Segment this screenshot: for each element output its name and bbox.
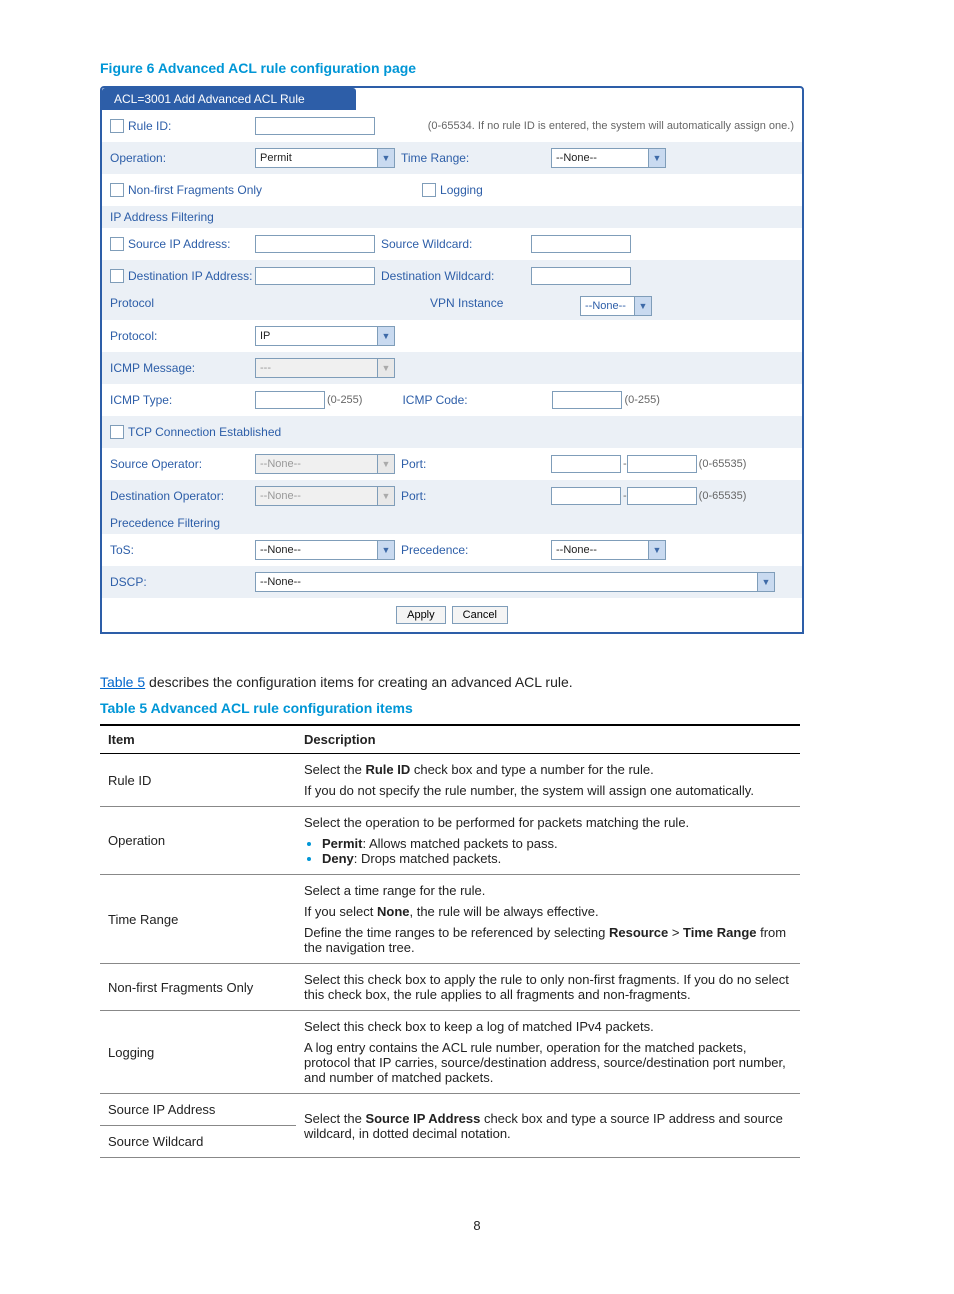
tos-label: ToS: xyxy=(110,543,255,557)
chevron-down-icon: ▼ xyxy=(377,541,394,559)
port-label-2: Port: xyxy=(395,489,551,503)
non-first-checkbox[interactable] xyxy=(110,183,124,197)
desc-operation: Select the operation to be performed for… xyxy=(296,807,800,875)
src-ip-input[interactable] xyxy=(255,235,375,253)
time-range-label: Time Range: xyxy=(395,151,551,165)
tcp-established-label: TCP Connection Established xyxy=(128,425,281,439)
chevron-down-icon: ▼ xyxy=(648,541,665,559)
icmp-msg-select: --- ▼ xyxy=(255,358,395,378)
dst-port-to[interactable] xyxy=(627,487,697,505)
desc-non-first: Select this check box to apply the rule … xyxy=(296,964,800,1011)
port-label-1: Port: xyxy=(395,457,551,471)
dscp-select[interactable]: --None-- ▼ xyxy=(255,572,775,592)
dscp-label: DSCP: xyxy=(110,575,255,589)
chevron-down-icon: ▼ xyxy=(648,149,665,167)
icmp-type-hint: (0-255) xyxy=(325,394,362,406)
panel-title: ACL=3001 Add Advanced ACL Rule xyxy=(102,88,356,110)
chevron-down-icon: ▼ xyxy=(377,487,394,505)
dst-op-label: Destination Operator: xyxy=(110,489,255,503)
src-wc-label: Source Wildcard: xyxy=(375,237,531,251)
item-operation: Operation xyxy=(100,807,296,875)
chevron-down-icon: ▼ xyxy=(757,573,774,591)
item-src-ip: Source IP Address xyxy=(100,1094,296,1126)
item-non-first: Non-first Fragments Only xyxy=(100,964,296,1011)
icmp-code-input[interactable] xyxy=(552,391,622,409)
time-range-select[interactable]: --None-- ▼ xyxy=(551,148,666,168)
item-time-range: Time Range xyxy=(100,875,296,964)
vpn-instance-label: VPN Instance xyxy=(430,296,580,316)
icmp-type-input[interactable] xyxy=(255,391,325,409)
item-logging: Logging xyxy=(100,1011,296,1094)
figure-caption: Figure 6 Advanced ACL rule configuration… xyxy=(100,60,854,76)
protocol-label: Protocol: xyxy=(110,329,255,343)
cancel-button[interactable]: Cancel xyxy=(452,606,508,624)
item-rule-id: Rule ID xyxy=(100,754,296,807)
config-items-table: Item Description Rule ID Select the Rule… xyxy=(100,724,800,1158)
non-first-label: Non-first Fragments Only xyxy=(128,183,262,197)
acl-panel: ACL=3001 Add Advanced ACL Rule Rule ID: … xyxy=(100,86,804,634)
apply-button[interactable]: Apply xyxy=(396,606,446,624)
dst-port-from[interactable] xyxy=(551,487,621,505)
rule-id-hint: (0-65534. If no rule ID is entered, the … xyxy=(375,120,794,132)
tos-select[interactable]: --None-- ▼ xyxy=(255,540,395,560)
rule-id-checkbox[interactable] xyxy=(110,119,124,133)
dst-wc-label: Destination Wildcard: xyxy=(375,269,531,283)
desc-src-ip: Select the Source IP Address check box a… xyxy=(296,1094,800,1158)
dst-ip-label: Destination IP Address: xyxy=(128,269,253,283)
tcp-established-checkbox[interactable] xyxy=(110,425,124,439)
src-ip-label: Source IP Address: xyxy=(128,237,231,251)
th-item: Item xyxy=(100,725,296,754)
vpn-instance-select[interactable]: --None-- ▼ xyxy=(580,296,652,316)
desc-rule-id: Select the Rule ID check box and type a … xyxy=(296,754,800,807)
precedence-header: Precedence Filtering xyxy=(102,512,802,534)
protocol-header: Protocol xyxy=(110,296,430,316)
logging-label: Logging xyxy=(440,183,483,197)
src-port-from[interactable] xyxy=(551,455,621,473)
logging-checkbox[interactable] xyxy=(422,183,436,197)
dst-wc-input[interactable] xyxy=(531,267,631,285)
body-text: Table 5 describes the configuration item… xyxy=(100,674,854,690)
table-5-link[interactable]: Table 5 xyxy=(100,674,145,690)
src-port-to[interactable] xyxy=(627,455,697,473)
icmp-code-label: ICMP Code: xyxy=(362,393,552,407)
desc-time-range: Select a time range for the rule. If you… xyxy=(296,875,800,964)
chevron-down-icon: ▼ xyxy=(634,297,651,315)
icmp-type-label: ICMP Type: xyxy=(110,393,255,407)
chevron-down-icon: ▼ xyxy=(377,359,394,377)
src-op-select: --None-- ▼ xyxy=(255,454,395,474)
port-hint-2: (0-65535) xyxy=(697,490,747,502)
src-wc-input[interactable] xyxy=(531,235,631,253)
rule-id-label: Rule ID: xyxy=(128,119,171,133)
dst-op-select: --None-- ▼ xyxy=(255,486,395,506)
rule-id-input[interactable] xyxy=(255,117,375,135)
precedence-label: Precedence: xyxy=(395,543,551,557)
chevron-down-icon: ▼ xyxy=(377,149,394,167)
protocol-header-row: Protocol VPN Instance --None-- ▼ xyxy=(102,292,802,320)
chevron-down-icon: ▼ xyxy=(377,327,394,345)
icmp-msg-label: ICMP Message: xyxy=(110,361,255,375)
icmp-code-hint: (0-255) xyxy=(622,394,659,406)
port-hint-1: (0-65535) xyxy=(697,458,747,470)
page-number: 8 xyxy=(100,1218,854,1233)
operation-select[interactable]: Permit ▼ xyxy=(255,148,395,168)
precedence-select[interactable]: --None-- ▼ xyxy=(551,540,666,560)
table-caption: Table 5 Advanced ACL rule configuration … xyxy=(100,700,854,716)
protocol-select[interactable]: IP ▼ xyxy=(255,326,395,346)
chevron-down-icon: ▼ xyxy=(377,455,394,473)
desc-logging: Select this check box to keep a log of m… xyxy=(296,1011,800,1094)
th-desc: Description xyxy=(296,725,800,754)
dst-ip-input[interactable] xyxy=(255,267,375,285)
operation-label: Operation: xyxy=(110,151,255,165)
ip-filtering-header: IP Address Filtering xyxy=(102,206,802,228)
src-op-label: Source Operator: xyxy=(110,457,255,471)
item-src-wc: Source Wildcard xyxy=(100,1126,296,1158)
src-ip-checkbox[interactable] xyxy=(110,237,124,251)
dst-ip-checkbox[interactable] xyxy=(110,269,124,283)
